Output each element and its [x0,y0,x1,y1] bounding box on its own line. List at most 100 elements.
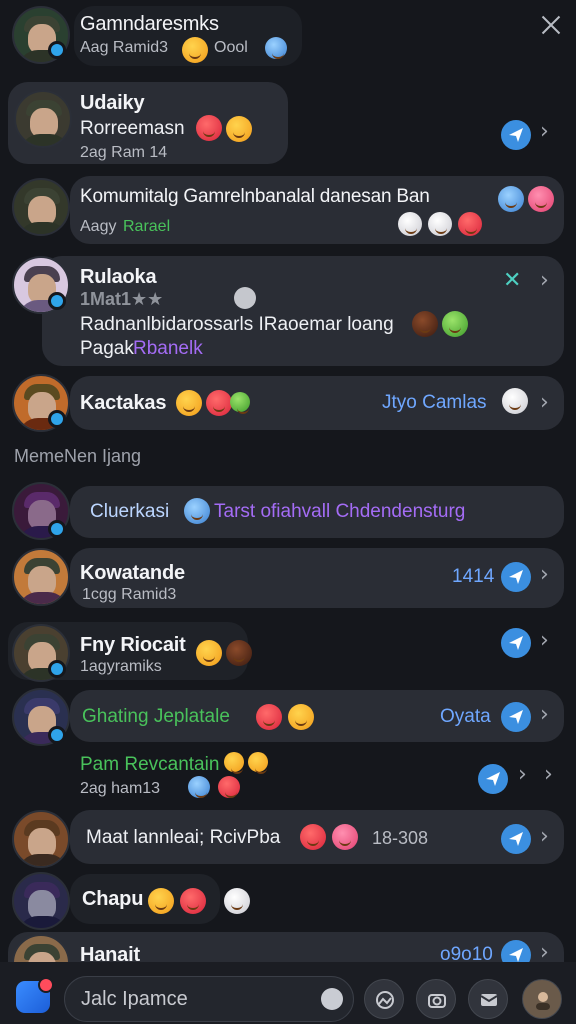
chat-message: Rorreemasn [80,118,185,139]
emoji-icon [248,752,268,774]
chat-message-accent: Rbanelk [133,338,203,359]
chat-subtitle: 1Mat1★★ [80,289,164,309]
chevron-right-icon[interactable]: › [540,562,549,587]
chat-message: Tarst ofiahvall Chdendensturg [214,501,466,522]
avatar [14,90,72,148]
send-icon[interactable] [501,628,531,658]
online-indicator [48,726,66,744]
emoji-icon [428,212,452,236]
chat-time: 1agyramiks [80,658,162,675]
chevron-right-icon[interactable]: › [540,824,549,849]
avatar [12,872,70,930]
emoji-icon [288,704,314,730]
chat-name: Cluerkasi [90,501,170,522]
message-input[interactable] [81,977,311,1021]
chat-extra: Oool [214,39,248,56]
chat-name: Gamndaresmks [80,13,219,35]
emoji-icon [176,390,202,416]
send-icon[interactable] [501,562,531,592]
chat-row[interactable]: Cluerkasi Tarst ofiahvall Chdendensturg [0,482,576,542]
chat-row[interactable]: Chapu [0,870,576,930]
emoji-icon [196,640,222,666]
chat-meta: o9o10 [440,944,493,962]
chat-subtitle: Aagy [80,218,117,235]
sticker-icon [265,37,287,59]
chat-row[interactable]: Gamndaresmks Aag Ramid3 Oool [0,0,576,70]
profile-avatar[interactable] [522,979,562,1019]
chat-name: Komumitalg Gamrelnbanalal danesan Ban [80,186,430,207]
online-indicator [48,41,66,59]
chat-list: Gamndaresmks Aag Ramid3 Oool Udaiky Rorr… [0,0,576,962]
chat-time: 2ag Ram 14 [80,144,168,161]
emoji-icon [412,311,438,337]
chevron-right-icon[interactable]: › [540,940,549,962]
emoji-icon [498,186,524,212]
chat-row[interactable]: Kactakas Jtyo Camlas › [0,374,576,434]
chevron-right-icon[interactable]: › [540,702,549,727]
chat-meta: Jtyo Camlas [382,392,487,413]
chat-name: Chapu [82,888,144,910]
gallery-button[interactable] [364,979,404,1019]
chat-name: Rulaoka [80,266,157,288]
thumbnail [502,388,528,414]
chat-name: Ghating Jeplatale [82,706,230,727]
chat-row[interactable]: Udaiky Rorreemasn 2ag Ram 14 › [0,82,576,168]
avatar [12,810,70,868]
mute-icon[interactable]: ✕ [503,268,521,293]
chat-subtitle-accent: Rarael [123,218,171,235]
mail-button[interactable] [468,979,508,1019]
send-icon[interactable] [501,824,531,854]
chat-row[interactable]: Komumitalg Gamrelnbanalal danesan Ban Aa… [0,174,576,246]
chat-message-meta: Pagak [80,338,134,359]
chat-row[interactable]: Ghating Jeplatale Oyata › [0,688,576,746]
chevron-right-icon[interactable]: › [544,762,553,787]
chat-meta: 1414 [452,566,495,587]
chevron-right-icon[interactable]: › [540,119,549,144]
emoji-icon [398,212,422,236]
online-indicator [48,292,66,310]
emoji-icon [218,776,240,798]
online-indicator [48,520,66,538]
chevron-right-icon[interactable]: › [540,628,549,653]
gallery-icon[interactable] [321,988,343,1010]
chevron-right-icon[interactable]: › [540,268,549,293]
emoji-icon [180,888,206,914]
bottom-bar [0,962,576,1024]
heart-icon [528,186,554,212]
send-icon[interactable] [501,702,531,732]
chat-name: Kowatande [80,562,185,584]
chevron-right-icon[interactable]: › [540,390,549,415]
emoji-icon [230,392,250,414]
chevron-right-icon[interactable]: › [518,762,527,787]
emoji-icon [226,116,252,142]
chat-name: Fny Riocait [80,634,186,656]
send-icon[interactable] [478,764,508,794]
section-header: MemeNen Ijang [14,446,142,466]
emoji-icon [206,390,232,416]
chat-row[interactable]: Fny Riocait 1agyramiks › [0,620,576,684]
send-icon[interactable] [501,120,531,150]
emoji-icon [148,888,174,914]
chat-row[interactable]: Maat lannleai; RcivPba 18-308 › [0,808,576,868]
emoji-icon [188,776,210,798]
online-indicator [48,660,66,678]
camera-button[interactable] [416,979,456,1019]
chat-row[interactable]: Rulaoka 1Mat1★★ ✕ › Radnanlbidarossarls … [0,254,576,368]
chat-row[interactable]: Hanait o9o10 › [0,930,576,962]
app-icon[interactable] [16,977,54,1013]
send-icon[interactable] [501,940,531,962]
chat-subtitle: Aag Ramid3 [80,39,169,56]
close-icon[interactable] [538,12,564,38]
emoji-icon [458,212,482,236]
chat-time: 1cgg Ramid3 [82,586,177,603]
chat-row[interactable]: Kowatande 1cgg Ramid3 1414 › [0,546,576,612]
emoji-icon [224,888,250,914]
chat-name: Kactakas [80,392,167,414]
composer[interactable] [64,976,354,1022]
chat-row[interactable]: Pam Revcantain 2ag ham13 › › [0,748,576,804]
emoji-icon [332,824,358,850]
chat-message: Radnanlbidarossarls IRaoemar loang [80,314,394,335]
sticker-icon [184,498,210,524]
avatar [12,548,70,606]
chat-meta: Oyata [440,706,491,727]
